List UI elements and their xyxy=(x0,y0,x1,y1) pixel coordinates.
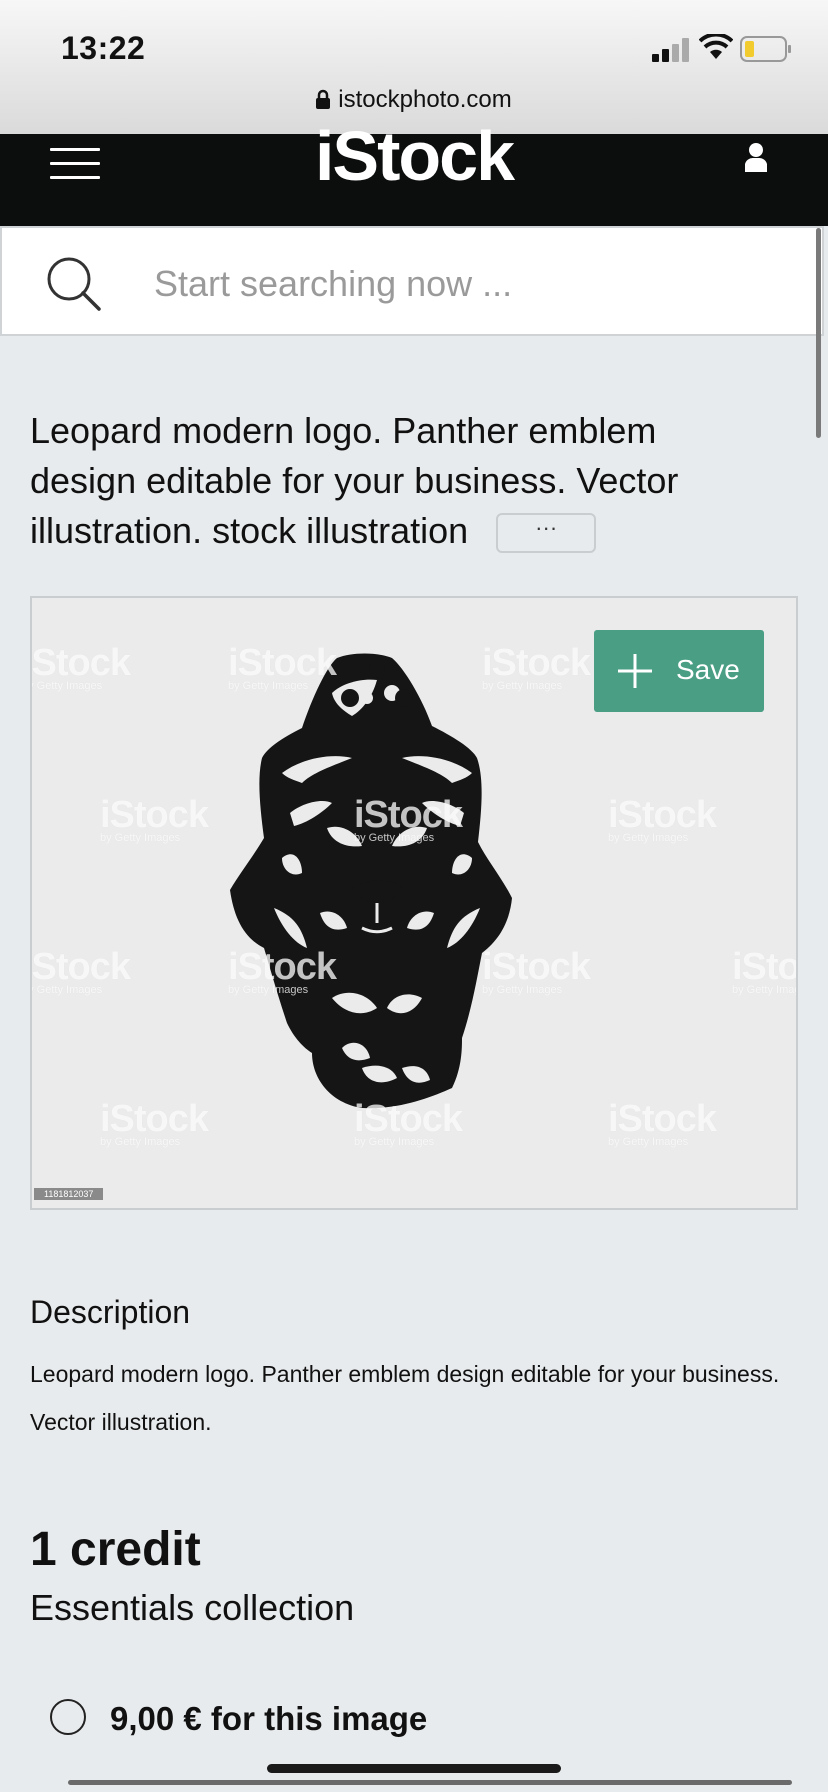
watermark: iStockby Getty Images xyxy=(608,1098,717,1148)
url-text: istockphoto.com xyxy=(338,86,512,113)
watermark: iStockby Getty Images xyxy=(482,642,591,692)
watermark: iStockby Getty Images xyxy=(228,642,337,692)
price-option-label[interactable]: 9,00 € for this image xyxy=(110,1700,427,1738)
asset-image[interactable]: iStock by Getty Images iStock by Getty Ima… xyxy=(30,596,798,1210)
save-button[interactable]: Save xyxy=(594,630,764,712)
more-options-button[interactable]: ··· xyxy=(496,513,597,554)
description-heading: Description xyxy=(30,1294,191,1330)
status-time: 13:22 xyxy=(61,30,146,66)
user-icon[interactable] xyxy=(744,142,768,174)
home-indicator[interactable] xyxy=(267,1764,561,1773)
url-bar[interactable]: istockphoto.com xyxy=(0,86,828,114)
battery-icon xyxy=(740,36,791,62)
watermark: iStockby Getty Images xyxy=(100,794,209,844)
watermark: iStockby Getty Images xyxy=(732,946,798,996)
status-bar: 13:22 istockphoto.com xyxy=(0,0,828,134)
watermark: iStockby Getty Images xyxy=(30,946,131,996)
credit-price: 1 credit xyxy=(30,1523,201,1576)
price-option-radio[interactable] xyxy=(50,1699,86,1735)
istock-logo[interactable]: iStock xyxy=(0,116,828,196)
image-id: 1181812037 xyxy=(34,1188,104,1200)
asset-title-block: Leopard modern logo. Panther emblem desi… xyxy=(30,406,770,556)
collection-name: Essentials collection xyxy=(30,1587,355,1628)
search-input[interactable] xyxy=(152,256,796,312)
wifi-icon xyxy=(699,34,733,59)
vertical-scrollbar[interactable] xyxy=(816,228,821,438)
watermark: iStockby Getty Images xyxy=(608,794,717,844)
site-header: iStock xyxy=(0,117,828,226)
search-bar xyxy=(0,226,824,336)
search-icon[interactable] xyxy=(46,256,102,312)
watermark: iStockby Getty Images xyxy=(354,794,463,844)
watermark: iStockby Getty Images xyxy=(482,946,591,996)
watermark: iStockby Getty Images xyxy=(100,1098,209,1148)
save-label: Save xyxy=(676,654,740,685)
description-text: Leopard modern logo. Panther emblem desi… xyxy=(30,1361,780,1435)
signal-icon xyxy=(652,38,689,62)
watermark: iStockby Getty Images xyxy=(354,1098,463,1148)
watermark: iStockby Getty Images xyxy=(228,946,337,996)
watermark: iStockby Getty Images xyxy=(30,642,131,692)
plus-icon xyxy=(618,654,652,688)
horizontal-scrollbar[interactable] xyxy=(68,1780,792,1785)
lock-icon xyxy=(316,89,331,109)
